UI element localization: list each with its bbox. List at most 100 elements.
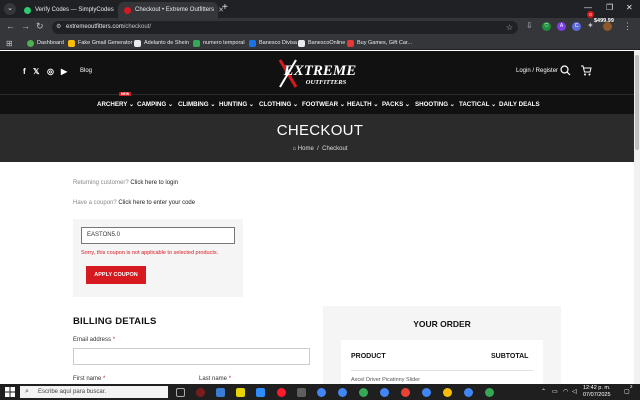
page-scrollbar-thumb[interactable] — [635, 55, 639, 150]
extreme-outfitters-logo[interactable]: EXTREME OUTFITTERS — [276, 57, 360, 89]
chrome-icon[interactable] — [443, 388, 452, 397]
chrome-icon[interactable] — [422, 388, 431, 397]
app-red-circle-icon[interactable] — [196, 388, 205, 397]
bookmarks-bar: ⊞ Dashboard Fake Gmail Generator Adelant… — [0, 36, 640, 50]
nav-tactical[interactable]: TACTICAL ⌄ — [459, 101, 496, 108]
chrome-icon[interactable] — [464, 388, 473, 397]
email-field[interactable] — [73, 348, 310, 365]
chrome-icon[interactable] — [380, 388, 389, 397]
nav-packs[interactable]: PACKS ⌄ — [382, 101, 410, 108]
blog-link[interactable]: Blog — [80, 68, 92, 74]
taskbar-clock[interactable]: 12:42 p. m. 07/07/2025 — [583, 385, 611, 399]
bookmark-label: Buy Games, Gift Car... — [357, 40, 413, 46]
bookmark-banesco-divisa[interactable]: Banesco Divisa — [249, 38, 297, 48]
nav-hunting[interactable]: HUNTING ⌄ — [219, 101, 254, 108]
login-register-link[interactable]: Login / Register — [516, 68, 558, 74]
volume-icon[interactable]: ◁ — [572, 388, 577, 395]
extensions-puzzle-icon[interactable]: ✦ — [587, 21, 594, 30]
nav-shooting[interactable]: SHOOTING ⌄ — [415, 101, 455, 108]
label-text: Last name — [199, 376, 228, 382]
extension-c-icon[interactable]: C — [572, 22, 581, 31]
close-window-icon[interactable]: ✕ — [626, 3, 633, 12]
facebook-icon[interactable]: f — [23, 67, 26, 76]
notifications-icon[interactable]: ▢ — [624, 388, 630, 395]
bookmark-buy-games[interactable]: Buy Games, Gift Car... — [347, 38, 412, 48]
notice-text: Have a coupon? — [73, 200, 117, 206]
show-hidden-icons-icon[interactable]: ⌃ — [541, 388, 546, 395]
url-bar[interactable]: ⚙ extremeoutfitters.com/checkout/ ☆ — [52, 21, 518, 34]
subtotal-column-header: SUBTOTAL — [491, 353, 529, 360]
app-blue-icon[interactable] — [256, 388, 265, 397]
nav-health[interactable]: HEALTH ⌄ — [347, 101, 379, 108]
billing-details-heading: BILLING DETAILS — [73, 316, 157, 327]
bookmark-shein[interactable]: Adelanto de Shein — [134, 38, 189, 48]
chrome-icon[interactable] — [485, 388, 494, 397]
opera-icon[interactable] — [277, 388, 286, 397]
bookmark-numero-temporal[interactable]: numero temporal — [193, 38, 245, 48]
coupon-code-input[interactable]: EASTON5.0 — [81, 227, 235, 244]
file-explorer-icon[interactable] — [216, 388, 225, 397]
windows-start-icon[interactable] — [5, 387, 15, 397]
chrome-icon[interactable] — [317, 388, 326, 397]
apply-coupon-button[interactable]: APPLY COUPON — [86, 266, 146, 284]
breadcrumb-home[interactable]: Home — [298, 146, 314, 152]
search-icon: ⌕ — [25, 388, 29, 395]
address-toolbar: ← → ↻ ⚙ extremeoutfitters.com/checkout/ … — [0, 18, 640, 36]
forward-arrow-icon[interactable]: → — [21, 21, 30, 31]
nav-climbing[interactable]: CLIMBING ⌄ — [178, 101, 216, 108]
search-icon[interactable] — [560, 65, 571, 76]
notice-text: Returning customer? — [73, 180, 129, 186]
main-navigation: ARCHERY ⌄ CAMPING ⌄ CLIMBING ⌄ HUNTING ⌄… — [0, 94, 640, 114]
winrar-icon[interactable] — [236, 388, 245, 397]
returning-customer-notice: Returning customer? Click here to login — [73, 180, 178, 186]
bookmark-dashboard[interactable]: Dashboard — [27, 38, 64, 48]
nav-daily-deals[interactable]: DAILY DEALS — [499, 101, 540, 108]
chrome-icon[interactable] — [338, 388, 347, 397]
site-info-icon[interactable]: ⚙ — [56, 21, 61, 34]
app-gray-icon[interactable] — [297, 388, 306, 397]
browser-tab-strip: ⌄ Verify Codes — SimplyCodes ✕ Checkout … — [0, 0, 640, 18]
nav-footwear[interactable]: FOOTWEAR ⌄ — [302, 101, 345, 108]
dashboard-favicon-icon — [27, 39, 34, 47]
tab-search-chevron-icon[interactable]: ⌄ — [4, 3, 16, 15]
extension-a-icon[interactable]: A — [557, 22, 566, 31]
back-arrow-icon[interactable]: ← — [6, 21, 15, 31]
tab-checkout[interactable]: Checkout • Extreme Outfitters ✕ — [118, 2, 224, 18]
battery-icon[interactable]: ▭ — [552, 388, 558, 395]
cart-total[interactable]: $499.99 — [594, 18, 614, 24]
new-tab-plus-icon[interactable]: + — [222, 2, 228, 13]
tab-simplycodes[interactable]: Verify Codes — SimplyCodes ✕ — [18, 2, 124, 18]
x-twitter-icon[interactable]: 𝕏 — [33, 67, 39, 76]
home-icon[interactable]: ⌂ — [292, 146, 296, 152]
nav-label: ARCHERY — [97, 101, 128, 108]
cart-icon[interactable] — [580, 65, 592, 76]
login-link[interactable]: Click here to login — [130, 180, 178, 186]
bookmark-banesco-online[interactable]: BanescoOnline — [298, 38, 345, 48]
apps-grid-icon[interactable]: ⊞ — [6, 38, 13, 48]
nav-archery[interactable]: ARCHERY ⌄ — [97, 101, 134, 108]
enter-coupon-link[interactable]: Click here to enter your code — [118, 200, 195, 206]
label-text: Email address — [73, 337, 112, 343]
instagram-icon[interactable]: ◎ — [47, 67, 54, 76]
nav-clothing[interactable]: CLOTHING ⌄ — [259, 101, 298, 108]
coupon-error-message: Sorry, this coupon is not applicable to … — [81, 250, 219, 256]
coupon-notice: Have a coupon? Click here to enter your … — [73, 200, 195, 206]
wifi-icon[interactable]: ◠ — [563, 388, 568, 395]
bookmark-fake-gmail[interactable]: Fake Gmail Generator — [68, 38, 132, 48]
browser-menu-icon[interactable]: ⋮ — [623, 21, 632, 32]
nav-camping[interactable]: CAMPING ⌄ — [137, 101, 173, 108]
task-view-icon[interactable] — [176, 388, 185, 397]
reload-icon[interactable]: ↻ — [36, 21, 44, 32]
nav-label: CLIMBING — [178, 101, 209, 108]
chrome-icon[interactable] — [401, 388, 410, 397]
youtube-icon[interactable]: ▶ — [61, 67, 67, 76]
restore-icon[interactable]: ❐ — [606, 3, 613, 12]
search-placeholder: Escribe aquí para buscar. — [38, 389, 107, 395]
chrome-icon[interactable] — [359, 388, 368, 397]
phone-favicon-icon — [193, 39, 200, 47]
download-icon[interactable]: ⇩ — [526, 21, 533, 30]
extension-shield-icon[interactable]: ⛉ — [542, 22, 551, 31]
required-mark: * — [112, 337, 116, 343]
breadcrumb-separator: / — [317, 146, 319, 152]
bookmark-star-icon[interactable]: ☆ — [506, 21, 513, 34]
